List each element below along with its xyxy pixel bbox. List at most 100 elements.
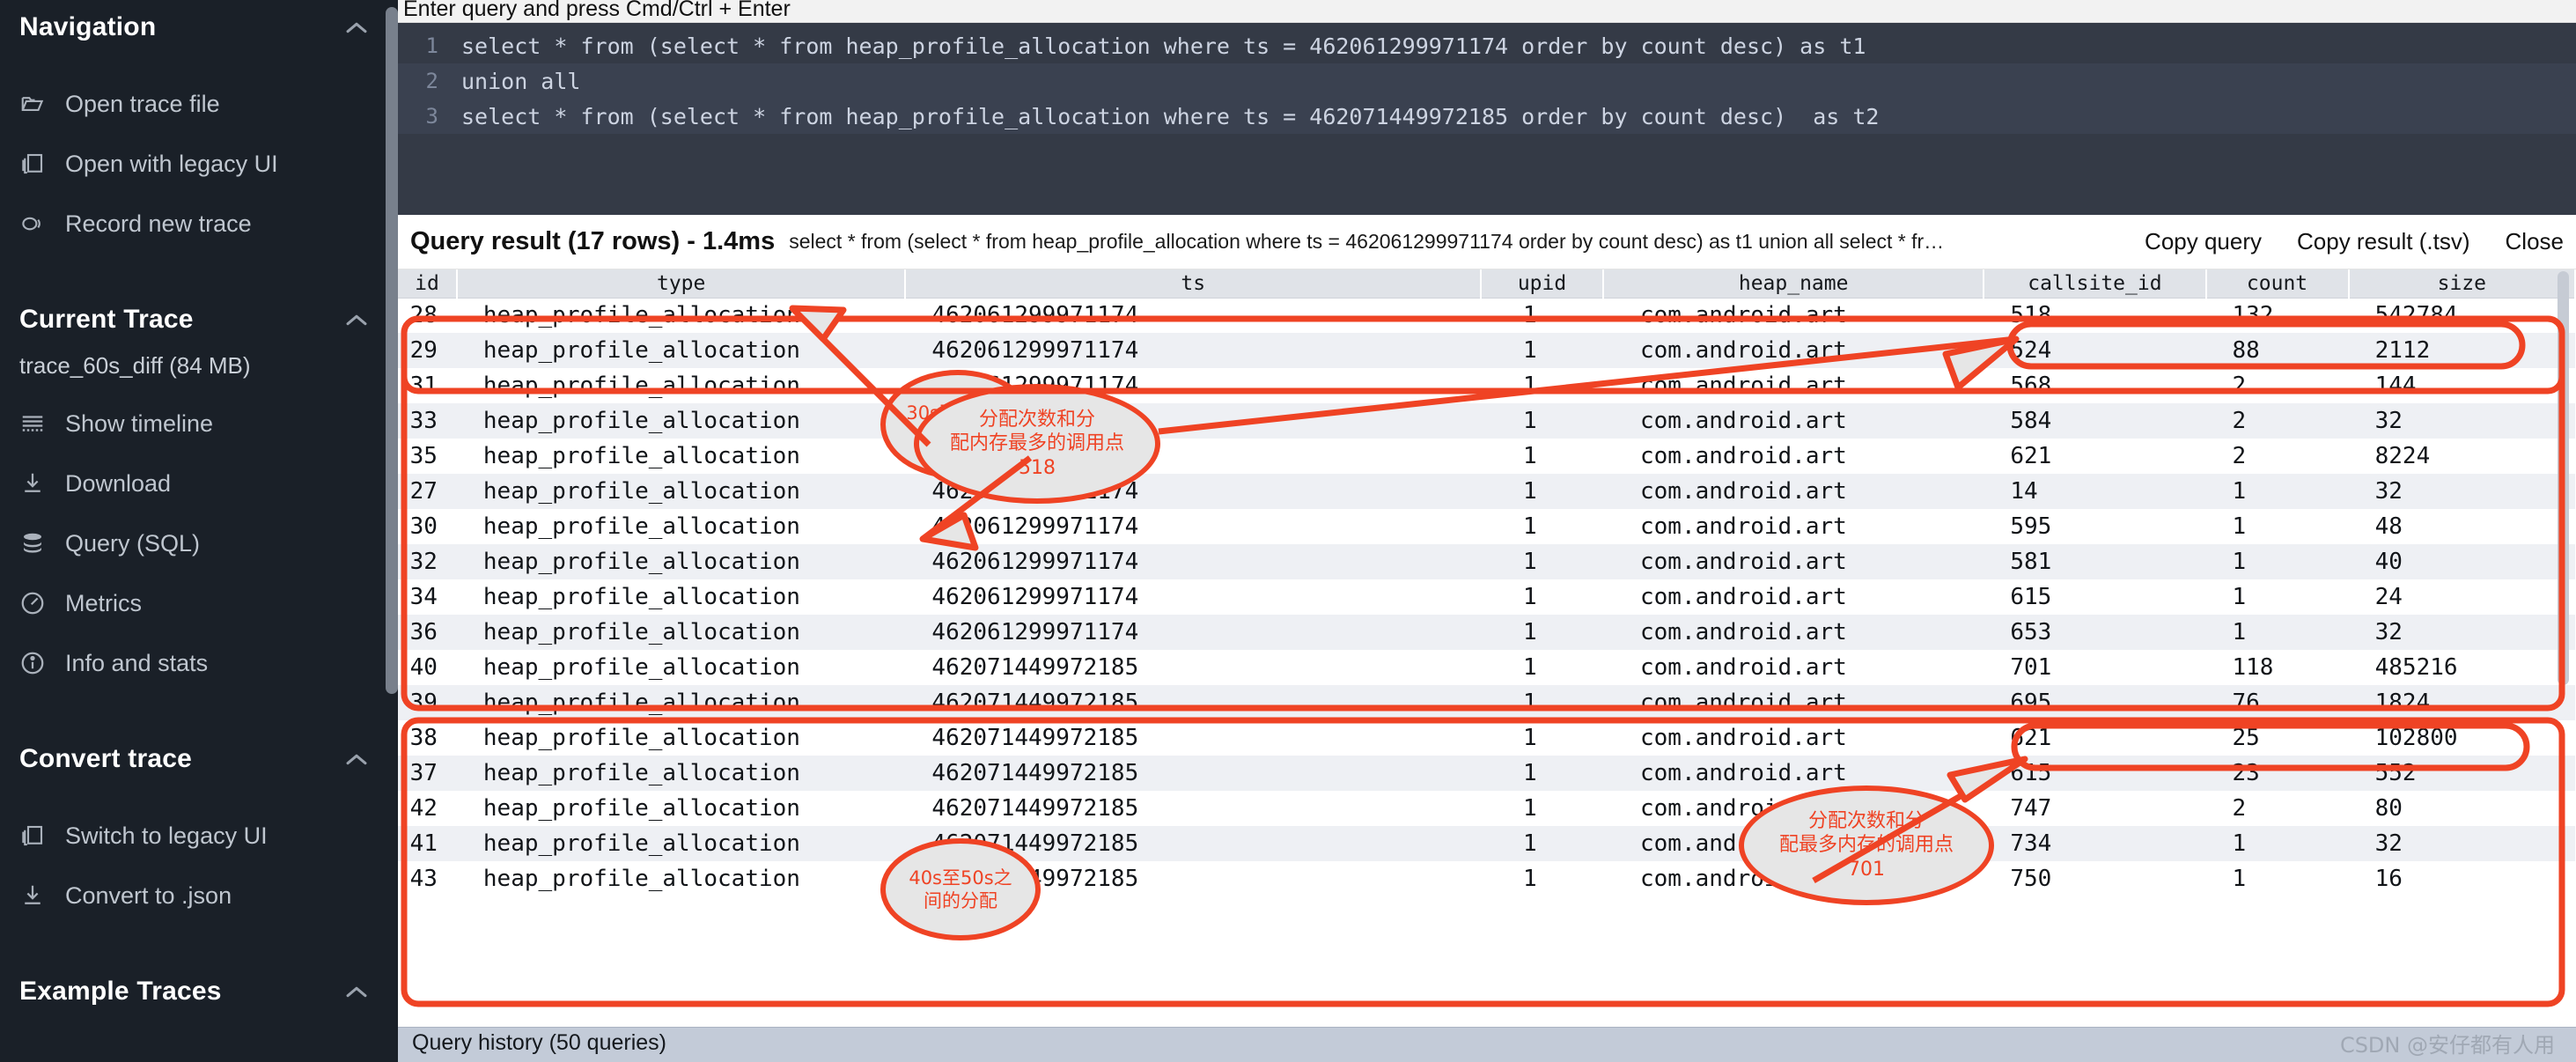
cell-callsite-id: 750: [1984, 861, 2206, 896]
table-row[interactable]: 32 heap_profile_allocation 462061299971174…: [398, 544, 2575, 579]
sidebar-section-title: Convert trace: [19, 744, 193, 773]
cell-id: 36: [398, 615, 457, 650]
cell-id: 29: [398, 333, 457, 368]
chevron-up-icon[interactable]: [345, 20, 368, 34]
database-icon: [19, 530, 46, 557]
cell-heap-name: com.android.art: [1603, 474, 1984, 509]
chevron-up-icon[interactable]: [345, 985, 368, 999]
cell-callsite-id: 615: [1984, 579, 2206, 615]
column-header-id[interactable]: id: [398, 269, 458, 299]
column-header-ts[interactable]: ts: [905, 269, 1483, 299]
annotation-callout-2: 分配次数和分 配内存最多的调用点 518: [914, 384, 1160, 504]
copy-result-tsv-button[interactable]: Copy result (.tsv): [2297, 228, 2470, 255]
cell-type: heap_profile_allocation: [456, 650, 906, 685]
sidebar-item-show-timeline[interactable]: Show timeline: [0, 394, 398, 454]
table-row[interactable]: 31heap_profile_allocation462061299971174…: [398, 368, 2575, 403]
cell-count: 2: [2205, 791, 2349, 826]
sidebar-section-header-navigation[interactable]: Navigation: [0, 0, 398, 55]
sidebar-item-open-trace-file[interactable]: Open trace file: [0, 74, 398, 134]
table-row[interactable]: 29 heap_profile_allocation 462061299971174…: [398, 333, 2575, 368]
sidebar-section-header-convert-trace[interactable]: Convert trace: [0, 732, 398, 786]
table-row[interactable]: 42 heap_profile_allocation 462071449972185…: [398, 791, 2575, 826]
cell-count: 118: [2205, 650, 2349, 685]
cell-count: 1: [2205, 615, 2349, 650]
copy-query-button[interactable]: Copy query: [2145, 228, 2262, 255]
table-row[interactable]: 27heap_profile_allocation462061299971174…: [398, 474, 2575, 509]
cell-type: heap_profile_allocation: [456, 791, 906, 826]
table-row[interactable]: 36 heap_profile_allocation 462061299971174…: [398, 615, 2575, 650]
cell-size: 542784: [2348, 298, 2575, 333]
cell-heap-name: com.android.art: [1603, 509, 1984, 544]
cell-heap-name: com.android.art: [1603, 544, 1984, 579]
line-text: union all: [461, 68, 581, 94]
table-row[interactable]: 30 heap_profile_allocation 462061299971174…: [398, 509, 2575, 544]
cell-heap-name: com.android.art: [1603, 615, 1984, 650]
cell-heap-name: com.android.art: [1603, 756, 1984, 791]
cell-type: heap_profile_allocation: [456, 756, 906, 791]
cell-upid: 1: [1481, 826, 1603, 861]
cell-count: 2: [2205, 403, 2349, 439]
cell-callsite-id: 584: [1984, 403, 2206, 439]
cell-id: 38: [398, 720, 457, 756]
table-row[interactable]: 37 heap_profile_allocation 462071449972185…: [398, 756, 2575, 791]
table-row[interactable]: 38 heap_profile_allocation 462071449972185…: [398, 720, 2575, 756]
cell-count: 1: [2205, 579, 2349, 615]
cell-callsite-id: 653: [1984, 615, 2206, 650]
cell-size: 144: [2348, 368, 2575, 403]
table-row[interactable]: 40 heap_profile_allocation 462071449972185…: [398, 650, 2575, 685]
cell-heap-name: com.android.art: [1603, 720, 1984, 756]
column-header-size[interactable]: size: [2348, 269, 2576, 299]
sidebar-section-header-example-traces[interactable]: Example Traces: [0, 964, 398, 1019]
sidebar-scrollbar[interactable]: [386, 7, 398, 694]
table-row[interactable]: 35heap_profile_allocation462061299971174…: [398, 439, 2575, 474]
sidebar: Navigation Open trace file Open with leg…: [0, 0, 398, 1062]
cell-upid: 1: [1481, 439, 1603, 474]
column-header-count[interactable]: count: [2205, 269, 2350, 299]
cell-ts: 462061299971174: [905, 579, 1482, 615]
table-row[interactable]: 28 heap_profile_allocation 462061299971174…: [398, 298, 2575, 333]
cell-upid: 1: [1481, 650, 1603, 685]
cell-callsite-id: 695: [1984, 685, 2206, 720]
table-row[interactable]: 43heap_profile_allocation462071449972185…: [398, 861, 2575, 896]
download-icon: [19, 470, 46, 497]
column-header-upid[interactable]: upid: [1481, 269, 1604, 299]
cell-ts: 462071449972185: [905, 720, 1482, 756]
sidebar-item-label: Metrics: [65, 589, 142, 616]
cell-type: heap_profile_allocation: [456, 298, 906, 333]
cell-id: 27: [398, 474, 457, 509]
sidebar-section-header-current-trace[interactable]: Current Trace: [0, 292, 398, 347]
cell-id: 32: [398, 544, 457, 579]
sidebar-item-info-and-stats[interactable]: Info and stats: [0, 633, 398, 693]
query-history-bar[interactable]: Query history (50 queries): [398, 1027, 2576, 1062]
column-header-callsite-id[interactable]: callsite_id: [1984, 269, 2207, 299]
column-header-type[interactable]: type: [456, 269, 907, 299]
cell-size: 8224: [2348, 439, 2575, 474]
close-button[interactable]: Close: [2506, 228, 2564, 255]
cell-type: heap_profile_allocation: [456, 474, 906, 509]
sidebar-item-query-sql[interactable]: Query (SQL): [0, 513, 398, 573]
table-scrollbar[interactable]: [2558, 271, 2569, 685]
cell-type: heap_profile_allocation: [456, 685, 906, 720]
code-line[interactable]: 3 select * from (select * from heap_prof…: [398, 99, 2576, 134]
table-row[interactable]: 41 heap_profile_allocation 462071449972185…: [398, 826, 2575, 861]
sidebar-item-download[interactable]: Download: [0, 454, 398, 513]
query-omnibox-hint[interactable]: Enter query and press Cmd/Ctrl + Enter: [398, 0, 2576, 23]
code-line[interactable]: 1 select * from (select * from heap_prof…: [398, 28, 2576, 63]
sidebar-item-record-new-trace[interactable]: Record new trace: [0, 194, 398, 254]
sidebar-item-metrics[interactable]: Metrics: [0, 573, 398, 633]
cell-type: heap_profile_allocation: [456, 826, 906, 861]
chevron-up-icon[interactable]: [345, 752, 368, 766]
sql-editor[interactable]: 1 select * from (select * from heap_prof…: [398, 23, 2576, 215]
sidebar-item-open-with-legacy-ui[interactable]: Open with legacy UI: [0, 134, 398, 194]
chevron-up-icon[interactable]: [345, 313, 368, 327]
code-line[interactable]: 2 union all: [398, 63, 2576, 99]
cell-size: 24: [2348, 579, 2575, 615]
cell-id: 41: [398, 826, 457, 861]
sidebar-item-switch-to-legacy-ui[interactable]: Switch to legacy UI: [0, 806, 398, 866]
cell-callsite-id: 734: [1984, 826, 2206, 861]
table-row[interactable]: 33heap_profile_allocation462061299971174…: [398, 403, 2575, 439]
column-header-heap-name[interactable]: heap_name: [1603, 269, 1985, 299]
sidebar-item-convert-to-json[interactable]: Convert to .json: [0, 866, 398, 926]
table-row[interactable]: 34 heap_profile_allocation 462061299971174…: [398, 579, 2575, 615]
table-row[interactable]: 39 heap_profile_allocation 462071449972185…: [398, 685, 2575, 720]
